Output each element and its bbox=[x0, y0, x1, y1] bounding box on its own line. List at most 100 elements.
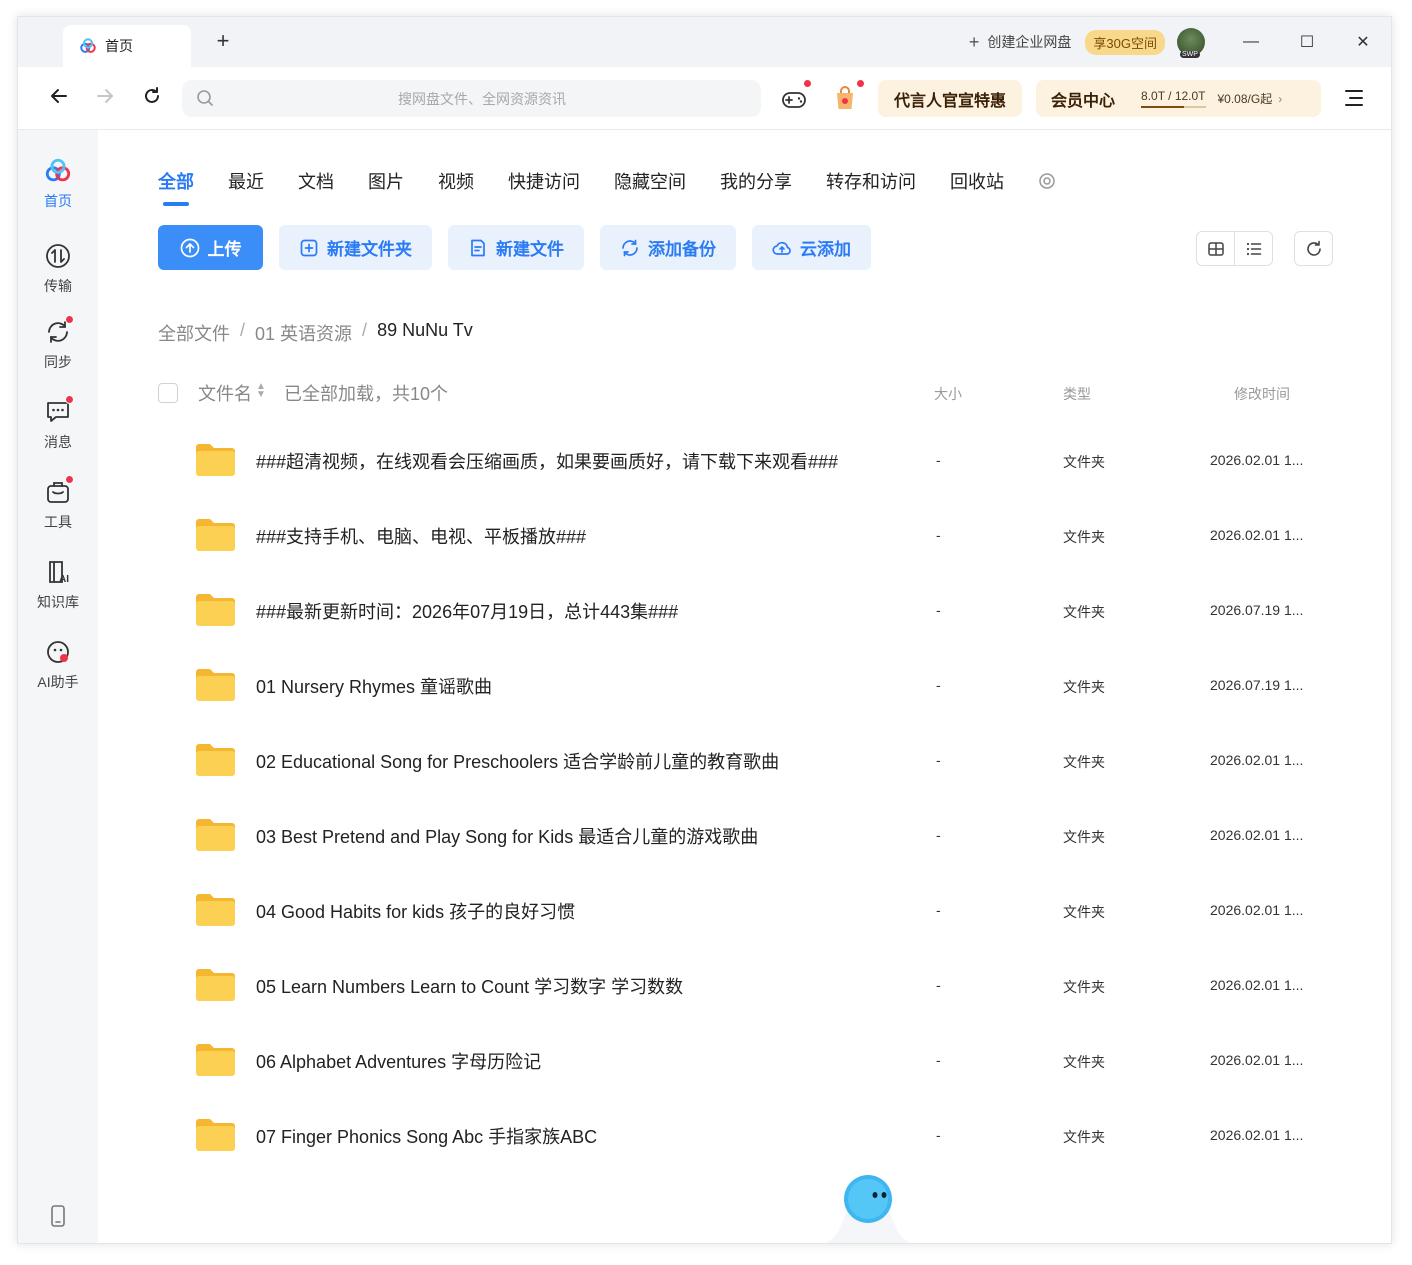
file-size: - bbox=[936, 827, 941, 843]
refresh-button[interactable] bbox=[1294, 231, 1333, 266]
tab-my-shares[interactable]: 我的分享 bbox=[720, 168, 792, 194]
sidebar-item-knowledge[interactable]: AI 知识库 bbox=[18, 558, 98, 612]
search-box bbox=[182, 80, 761, 117]
vip-center-button[interactable]: 会员中心 8.0T / 12.0T ¥0.08/G起 › bbox=[1036, 80, 1321, 117]
file-name[interactable]: 02 Educational Song for Preschoolers 适合学… bbox=[256, 748, 779, 774]
app-window: 首页 + + 创建企业网盘 享30G空间 — ☐ ✕ bbox=[17, 16, 1392, 1244]
add-backup-button[interactable]: 添加备份 bbox=[600, 225, 736, 270]
game-center-button[interactable] bbox=[780, 79, 812, 113]
cloud-upload-icon bbox=[772, 241, 791, 255]
file-modified: 2026.07.19 1... bbox=[1210, 602, 1304, 618]
file-size: - bbox=[936, 602, 941, 618]
sort-icon[interactable]: ▲ ▼ bbox=[256, 382, 266, 400]
sidebar: 首页 传输 同步 消息 工具 AI 知识库 AI助手 bbox=[18, 130, 98, 1243]
file-row[interactable]: 03 Best Pretend and Play Song for Kids 最… bbox=[158, 799, 1333, 874]
gift-button[interactable] bbox=[831, 79, 865, 113]
minimize-button[interactable]: — bbox=[1223, 17, 1279, 67]
file-name[interactable]: ###支持手机、电脑、电视、平板播放### bbox=[256, 523, 586, 549]
column-filename[interactable]: 文件名 bbox=[198, 380, 252, 406]
search-input[interactable] bbox=[222, 80, 742, 117]
reload-button[interactable] bbox=[139, 85, 165, 111]
file-name[interactable]: 07 Finger Phonics Song Abc 手指家族ABC bbox=[256, 1123, 597, 1149]
tab-hidden-space[interactable]: 隐藏空间 bbox=[614, 168, 686, 194]
upload-button[interactable]: 上传 bbox=[158, 225, 263, 270]
new-folder-button[interactable]: 新建文件夹 bbox=[279, 225, 432, 270]
column-type[interactable]: 类型 bbox=[1063, 384, 1091, 404]
ai-assistant-icon bbox=[47, 641, 69, 663]
sidebar-item-sync[interactable]: 同步 bbox=[18, 315, 98, 372]
sidebar-item-tools[interactable]: 工具 bbox=[18, 475, 98, 532]
column-size[interactable]: 大小 bbox=[934, 384, 962, 404]
tab-recycle-bin[interactable]: 回收站 bbox=[950, 168, 1004, 194]
back-button[interactable] bbox=[46, 85, 72, 111]
tab-recent[interactable]: 最近 bbox=[228, 168, 264, 194]
view-toggle bbox=[1196, 231, 1273, 266]
phone-icon[interactable] bbox=[49, 1205, 67, 1227]
file-name[interactable]: 01 Nursery Rhymes 童谣歌曲 bbox=[256, 673, 492, 699]
grid-view-button[interactable] bbox=[1197, 232, 1235, 265]
new-file-button[interactable]: 新建文件 bbox=[448, 225, 584, 270]
menu-icon[interactable] bbox=[1344, 89, 1364, 107]
file-row[interactable]: 04 Good Habits for kids 孩子的良好习惯 - 文件夹 2026.… bbox=[158, 874, 1333, 949]
file-name[interactable]: ###最新更新时间：2026年07月19日，总计443集### bbox=[256, 598, 678, 624]
arrow-right-icon bbox=[97, 89, 113, 103]
tab-documents[interactable]: 文档 bbox=[298, 168, 334, 194]
file-size: - bbox=[936, 752, 941, 768]
tab-videos[interactable]: 视频 bbox=[438, 168, 474, 194]
file-row[interactable]: 01 Nursery Rhymes 童谣歌曲 - 文件夹 2026.07.19 1..… bbox=[158, 649, 1333, 724]
breadcrumb-root[interactable]: 全部文件 bbox=[158, 320, 230, 346]
sidebar-item-label: 同步 bbox=[44, 354, 72, 370]
vip-price: ¥0.08/G起 bbox=[1217, 92, 1273, 106]
maximize-button[interactable]: ☐ bbox=[1279, 17, 1335, 67]
file-modified: 2026.02.01 1... bbox=[1210, 902, 1304, 918]
file-type: 文件夹 bbox=[1063, 679, 1105, 695]
file-row[interactable]: 02 Educational Song for Preschoolers 适合学… bbox=[158, 724, 1333, 799]
folder-icon bbox=[196, 894, 235, 926]
file-name[interactable]: 06 Alphabet Adventures 字母历险记 bbox=[256, 1048, 541, 1074]
select-all-checkbox[interactable] bbox=[158, 383, 178, 403]
ai-knowledge-icon: AI bbox=[49, 561, 69, 585]
sidebar-item-ai-assistant[interactable]: AI助手 bbox=[18, 638, 98, 692]
breadcrumb-current: 89 NuNu Tv bbox=[377, 320, 473, 340]
sidebar-item-home[interactable]: 首页 bbox=[18, 157, 98, 211]
new-tab-button[interactable]: + bbox=[212, 30, 234, 52]
file-modified: 2026.02.01 1... bbox=[1210, 1052, 1304, 1068]
list-view-button[interactable] bbox=[1235, 232, 1272, 265]
file-type: 文件夹 bbox=[1063, 529, 1105, 545]
file-row[interactable]: ###支持手机、电脑、电视、平板播放### - 文件夹 2026.02.01 1... bbox=[158, 499, 1333, 574]
file-name[interactable]: 05 Learn Numbers Learn to Count 学习数字 学习数… bbox=[256, 973, 683, 999]
file-size: - bbox=[936, 902, 941, 918]
ai-mascot-icon[interactable] bbox=[818, 1165, 918, 1244]
file-row[interactable]: 06 Alphabet Adventures 字母历险记 - 文件夹 2026.02.… bbox=[158, 1024, 1333, 1099]
promo-button[interactable]: 代言人官宣特惠 bbox=[878, 80, 1022, 117]
column-modified[interactable]: 修改时间 bbox=[1234, 384, 1290, 404]
tab-saved-visited[interactable]: 转存和访问 bbox=[826, 168, 916, 194]
message-icon-wrap bbox=[44, 395, 74, 426]
file-row[interactable]: 05 Learn Numbers Learn to Count 学习数字 学习数… bbox=[158, 949, 1333, 1024]
sidebar-item-label: 首页 bbox=[44, 193, 72, 209]
tab-settings-icon[interactable] bbox=[1038, 172, 1056, 190]
storage-quota-text: 8.0T / 12.0T bbox=[1141, 89, 1206, 103]
avatar[interactable] bbox=[1177, 28, 1205, 58]
file-name[interactable]: 03 Best Pretend and Play Song for Kids 最… bbox=[256, 823, 758, 849]
tab-home[interactable]: 首页 bbox=[63, 25, 191, 67]
tab-images[interactable]: 图片 bbox=[368, 168, 404, 194]
storage-quota: 8.0T / 12.0T bbox=[1141, 89, 1206, 108]
sidebar-item-transfer[interactable]: 传输 bbox=[18, 242, 98, 296]
tab-quick-access[interactable]: 快捷访问 bbox=[508, 168, 580, 194]
close-button[interactable]: ✕ bbox=[1335, 17, 1391, 67]
tab-all[interactable]: 全部 bbox=[158, 168, 194, 206]
create-enterprise-button[interactable]: + 创建企业网盘 bbox=[969, 32, 1072, 53]
sidebar-item-label: 知识库 bbox=[37, 594, 79, 610]
file-row[interactable]: ###超清视频，在线观看会压缩画质，如果要画质好，请下载下来观看### - 文件夹 2… bbox=[158, 424, 1333, 499]
cloud-add-button[interactable]: 云添加 bbox=[752, 225, 871, 270]
space-badge[interactable]: 享30G空间 bbox=[1085, 29, 1165, 55]
file-row[interactable]: ###最新更新时间：2026年07月19日，总计443集### - 文件夹 2026.… bbox=[158, 574, 1333, 649]
file-name[interactable]: ###超清视频，在线观看会压缩画质，如果要画质好，请下载下来观看### bbox=[256, 448, 838, 474]
forward-button[interactable] bbox=[92, 85, 118, 111]
folder-icon bbox=[196, 1044, 235, 1076]
file-row[interactable]: 07 Finger Phonics Song Abc 手指家族ABC - 文件夹 20… bbox=[158, 1099, 1333, 1174]
file-name[interactable]: 04 Good Habits for kids 孩子的良好习惯 bbox=[256, 898, 575, 924]
sidebar-item-messages[interactable]: 消息 bbox=[18, 395, 98, 452]
breadcrumb-level1[interactable]: 01 英语资源 bbox=[255, 320, 352, 346]
